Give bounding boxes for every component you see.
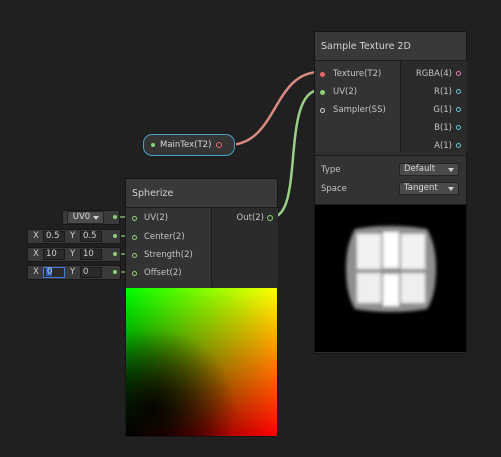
uv-input-port[interactable]: UV(2) bbox=[320, 83, 357, 101]
r-output-label: R(1) bbox=[434, 87, 452, 97]
center-y-field[interactable]: 0.5 bbox=[80, 231, 102, 242]
spherize-offset-dot[interactable] bbox=[132, 271, 137, 276]
rgba-output-port[interactable]: RGBA(4) bbox=[413, 65, 461, 83]
texture-port-dot[interactable] bbox=[320, 72, 325, 77]
property-output-port[interactable] bbox=[216, 142, 222, 148]
uv-channel-dot bbox=[113, 215, 117, 219]
uv-input-label: UV(2) bbox=[333, 87, 358, 97]
chevron-down-icon bbox=[93, 216, 99, 220]
g-port-dot[interactable] bbox=[456, 107, 461, 112]
sample-texture-2d-node[interactable]: Sample Texture 2D Texture(T2) UV(2) Samp… bbox=[314, 31, 467, 354]
strength-x-field[interactable]: 10 bbox=[43, 249, 65, 260]
spherize-offset-port[interactable]: Offset(2) bbox=[132, 264, 182, 282]
sample-texture-title[interactable]: Sample Texture 2D bbox=[315, 32, 466, 61]
center-y-label: Y bbox=[70, 231, 76, 241]
spherize-strength-label: Strength(2) bbox=[144, 250, 193, 260]
g-output-port[interactable]: G(1) bbox=[413, 101, 461, 119]
spherize-output-port[interactable]: Out(2) bbox=[231, 209, 273, 227]
spherize-title[interactable]: Spherize bbox=[126, 179, 277, 208]
property-left-dot bbox=[151, 143, 155, 147]
rgba-output-label: RGBA(4) bbox=[415, 69, 452, 79]
center-input-dot bbox=[113, 234, 117, 238]
uv-channel-dropdown[interactable]: UV0 bbox=[67, 211, 104, 224]
strength-x-label: X bbox=[33, 249, 39, 259]
uv-wire[interactable] bbox=[271, 88, 321, 219]
sampler-input-port[interactable]: Sampler(SS) bbox=[320, 101, 386, 119]
sampler-input-label: Sampler(SS) bbox=[333, 105, 386, 115]
spherize-center-port[interactable]: Center(2) bbox=[132, 228, 185, 246]
space-value: Tangent bbox=[404, 183, 438, 193]
offset-input-dot bbox=[113, 270, 117, 274]
a-port-dot[interactable] bbox=[456, 143, 461, 148]
type-value: Default bbox=[404, 164, 436, 174]
offset-y-field[interactable]: 0 bbox=[80, 267, 102, 278]
spherize-uv-label: UV(2) bbox=[144, 213, 169, 223]
type-label: Type bbox=[321, 165, 341, 175]
a-output-label: A(1) bbox=[434, 141, 452, 151]
spherize-uv-dot[interactable] bbox=[132, 216, 137, 221]
strength-input-dot bbox=[113, 252, 117, 256]
glyph-shape bbox=[346, 226, 436, 312]
strength-y-field[interactable]: 10 bbox=[80, 249, 102, 260]
maintex-property-node[interactable]: MainTex(T2) bbox=[143, 134, 235, 156]
spherize-uv-port[interactable]: UV(2) bbox=[132, 209, 168, 227]
texture-preview-image bbox=[346, 226, 436, 312]
type-dropdown[interactable]: Default bbox=[399, 163, 459, 176]
r-output-port[interactable]: R(1) bbox=[413, 83, 461, 101]
texture-input-port[interactable]: Texture(T2) bbox=[320, 65, 381, 83]
space-label: Space bbox=[321, 184, 347, 194]
spherize-preview-image bbox=[126, 288, 277, 436]
a-output-port[interactable]: A(1) bbox=[413, 137, 461, 155]
sample-texture-preview bbox=[315, 205, 466, 352]
rgba-port-dot[interactable] bbox=[456, 71, 461, 76]
b-port-dot[interactable] bbox=[456, 125, 461, 130]
g-output-label: G(1) bbox=[433, 105, 452, 115]
uv-channel-value: UV0 bbox=[72, 212, 91, 222]
spherize-output-dot[interactable] bbox=[267, 215, 273, 221]
offset-x-value: 0 bbox=[47, 267, 53, 277]
spherize-node[interactable]: Spherize UV(2) Center(2) Strength(2) Off… bbox=[125, 178, 278, 437]
chevron-down-icon bbox=[448, 168, 454, 172]
b-output-port[interactable]: B(1) bbox=[413, 119, 461, 137]
spherize-output-label: Out(2) bbox=[236, 213, 264, 223]
texture-input-label: Texture(T2) bbox=[333, 69, 382, 79]
spherize-offset-label: Offset(2) bbox=[144, 268, 182, 278]
chevron-down-icon bbox=[448, 187, 454, 191]
offset-x-label: X bbox=[33, 267, 39, 277]
spherize-strength-dot[interactable] bbox=[132, 253, 137, 258]
property-label: MainTex(T2) bbox=[160, 140, 212, 150]
strength-y-label: Y bbox=[70, 249, 76, 259]
spherize-preview bbox=[126, 288, 277, 436]
sampler-port-dot[interactable] bbox=[320, 108, 325, 113]
b-output-label: B(1) bbox=[434, 123, 452, 133]
space-dropdown[interactable]: Tangent bbox=[399, 182, 459, 195]
r-port-dot[interactable] bbox=[456, 89, 461, 94]
offset-y-label: Y bbox=[70, 267, 76, 277]
center-x-label: X bbox=[33, 231, 39, 241]
spherize-center-label: Center(2) bbox=[144, 232, 185, 242]
spherize-strength-port[interactable]: Strength(2) bbox=[132, 246, 193, 264]
spherize-center-dot[interactable] bbox=[132, 235, 137, 240]
texture-wire[interactable] bbox=[227, 70, 321, 147]
uv-port-dot[interactable] bbox=[320, 90, 325, 95]
center-x-field[interactable]: 0.5 bbox=[43, 231, 65, 242]
